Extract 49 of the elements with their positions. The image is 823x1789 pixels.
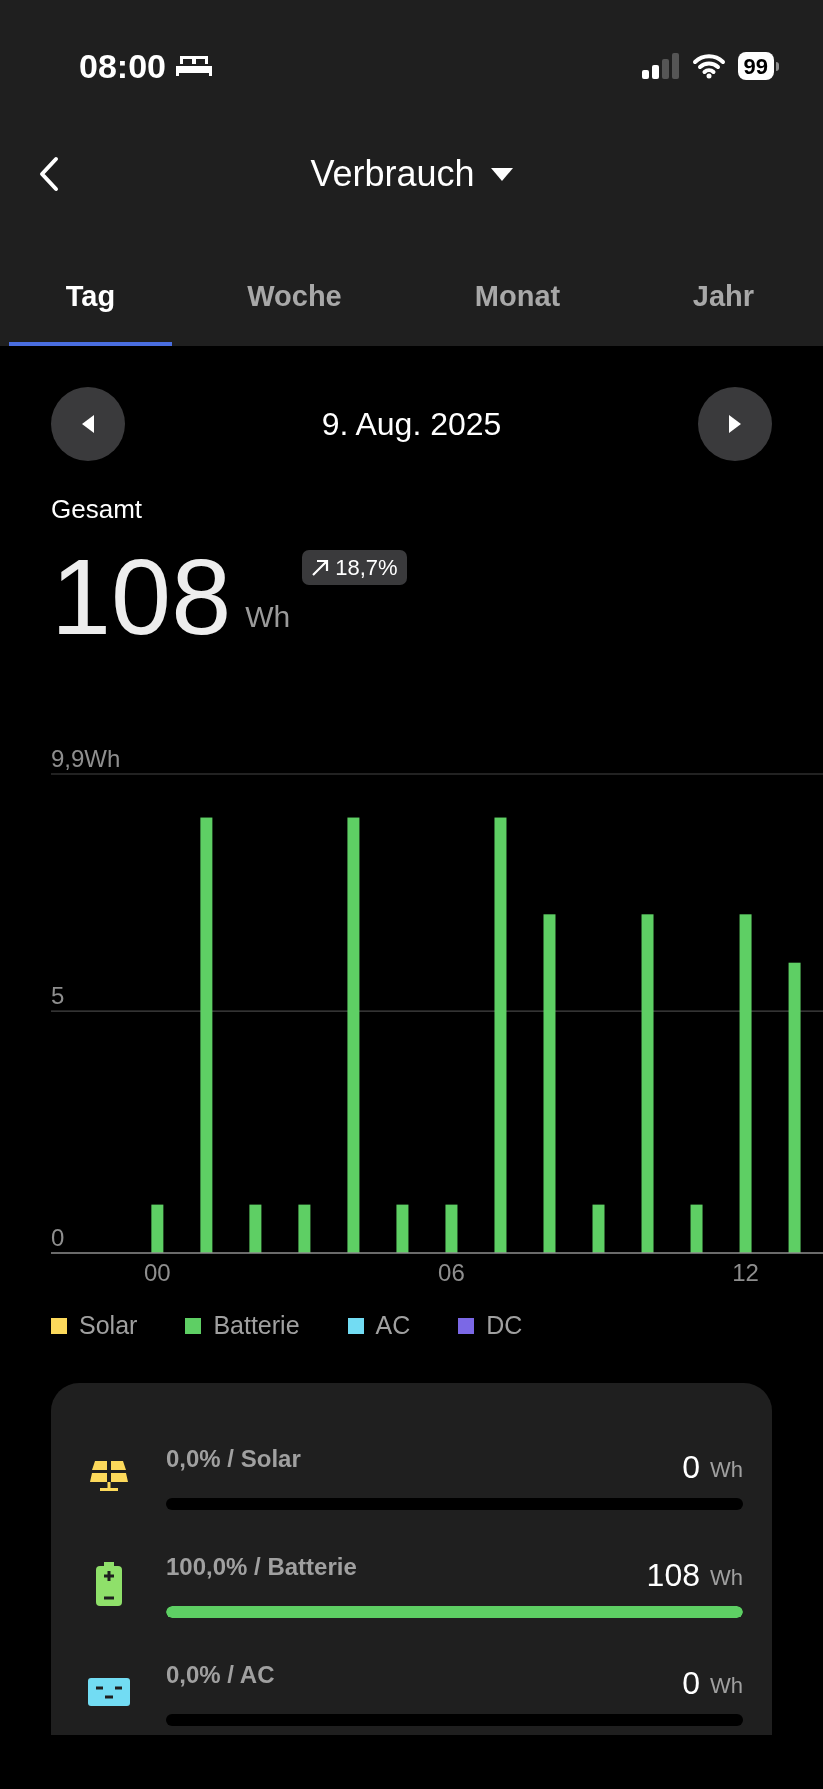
bar [396, 1204, 409, 1253]
status-time: 08:00 [79, 45, 166, 87]
trend-up-icon [311, 558, 330, 577]
y-axis-label: 0 [51, 1224, 65, 1251]
back-icon[interactable] [39, 156, 59, 192]
y-axis-label: 9,9Wh [51, 745, 121, 772]
signal-icon [641, 53, 680, 79]
caret-icon [490, 167, 513, 181]
period-tab[interactable]: Monat [436, 258, 599, 346]
x-axis-label: 00 [144, 1259, 171, 1286]
bar [690, 1204, 703, 1253]
battery-icon [95, 1562, 122, 1606]
x-axis-label: 12 [732, 1259, 759, 1286]
bar [445, 1204, 458, 1253]
source-unit: Wh [710, 1456, 743, 1484]
bed-icon [175, 54, 212, 78]
total-label: Gesamt [51, 495, 144, 523]
total-value: 108 [51, 543, 232, 651]
right-arrow-icon [729, 415, 741, 433]
source-label: 0,0% / Solar [166, 1444, 301, 1474]
source-unit: Wh [710, 1672, 743, 1700]
legend-label: DC [486, 1310, 523, 1342]
period-tab[interactable]: Tag [9, 258, 172, 346]
left-arrow-icon [82, 415, 94, 433]
x-axis-label: 06 [438, 1259, 465, 1286]
source-value: 0 [682, 1449, 700, 1485]
solar-panel-icon [88, 1458, 129, 1494]
y-axis-label: 5 [51, 982, 65, 1010]
source-label: 0,0% / AC [166, 1660, 275, 1690]
bar [151, 1204, 164, 1253]
source-value: 0 [682, 1665, 700, 1701]
source-label: 100,0% / Batterie [166, 1552, 357, 1582]
change-badge: 18,7% [302, 550, 407, 585]
period-tab[interactable]: Jahr [642, 258, 805, 346]
total-unit: Wh [245, 599, 291, 635]
source-value: 108 [646, 1557, 700, 1593]
outlet-icon [87, 1678, 130, 1706]
bar [592, 1204, 605, 1253]
bar [298, 1204, 311, 1253]
date-label: 9. Aug. 2025 [321, 405, 502, 444]
bar [249, 1204, 262, 1253]
legend-label: AC [375, 1310, 411, 1342]
legend-label: Solar [79, 1310, 138, 1342]
wifi-icon [691, 53, 726, 79]
title-dropdown[interactable]: Verbrauch [310, 147, 513, 201]
source-unit: Wh [710, 1564, 743, 1592]
legend-label: Batterie [213, 1310, 300, 1342]
period-tab[interactable]: Woche [213, 258, 376, 346]
battery-indicator: 99 [737, 52, 779, 80]
